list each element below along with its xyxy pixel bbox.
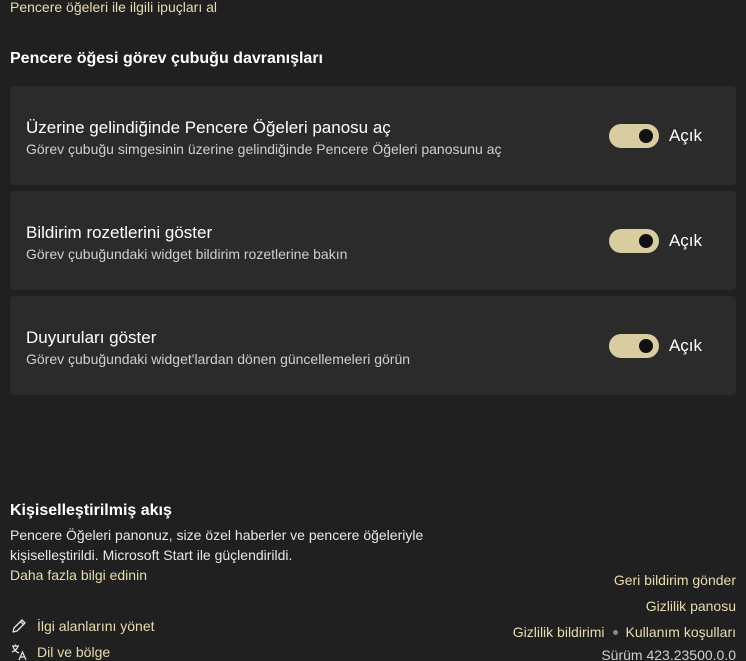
feed-description: Pencere Öğeleri panonuz, size özel haber… bbox=[10, 527, 424, 563]
toggle-knob bbox=[638, 234, 653, 248]
manage-interests-label: İlgi alanlarını yönet bbox=[37, 618, 155, 634]
language-region-link[interactable]: Dil ve bölge bbox=[10, 643, 110, 661]
feed-title: Kişiselleştirilmiş akış bbox=[10, 502, 172, 519]
terms-of-use-link[interactable]: Kullanım koşulları bbox=[626, 624, 737, 640]
manage-interests-link[interactable]: İlgi alanlarını yönet bbox=[10, 617, 155, 635]
setting-title: Bildirim rozetlerini göster bbox=[26, 223, 213, 242]
privacy-statement-link[interactable]: Gizlilik bildirimi bbox=[513, 624, 605, 640]
setting-description: Görev çubuğundaki widget'lardan dönen gü… bbox=[26, 351, 411, 367]
setting-description: Görev çubuğundaki widget bildirim rozetl… bbox=[26, 246, 348, 262]
section-title: Pencere öğesi görev çubuğu davranışları bbox=[10, 50, 323, 67]
widget-tips-link[interactable]: Pencere öğeleri ile ilgili ipuçları al bbox=[10, 0, 217, 15]
language-icon bbox=[10, 643, 28, 661]
separator-dot bbox=[612, 629, 618, 635]
toggle-state-label: Açık bbox=[668, 336, 702, 355]
setting-description: Görev çubuğu simgesinin üzerine gelindiğ… bbox=[26, 141, 502, 157]
setting-title: Duyuruları göster bbox=[26, 328, 157, 347]
notification-badges-toggle[interactable] bbox=[608, 229, 659, 253]
learn-more-link[interactable]: Daha fazla bilgi edinin bbox=[10, 567, 147, 583]
setting-card-notification-badges: Bildirim rozetlerini göster Görev çubuğu… bbox=[10, 191, 736, 290]
open-on-hover-toggle[interactable] bbox=[608, 124, 659, 148]
announcements-toggle[interactable] bbox=[608, 334, 659, 358]
language-region-label: Dil ve bölge bbox=[37, 644, 111, 660]
widgets-settings-page: Pencere öğeleri ile ilgili ipuçları al P… bbox=[0, 0, 746, 661]
send-feedback-link[interactable]: Geri bildirim gönder bbox=[614, 572, 736, 588]
toggle-state-label: Açık bbox=[668, 231, 702, 250]
pencil-icon bbox=[10, 617, 28, 635]
toggle-group: Açık bbox=[608, 229, 702, 253]
toggle-knob bbox=[638, 129, 653, 143]
toggle-group: Açık bbox=[608, 334, 702, 358]
legal-links: Gizlilik bildirimi Kullanım koşulları bbox=[513, 624, 736, 640]
toggle-state-label: Açık bbox=[668, 126, 702, 145]
setting-card-announcements: Duyuruları göster Görev çubuğundaki widg… bbox=[10, 296, 736, 395]
privacy-dashboard-link[interactable]: Gizlilik panosu bbox=[646, 598, 736, 614]
toggle-knob bbox=[638, 339, 653, 353]
toggle-group: Açık bbox=[608, 124, 702, 148]
setting-card-open-on-hover: Üzerine gelindiğinde Pencere Öğeleri pan… bbox=[10, 86, 736, 185]
version-label: Sürüm 423.23500.0.0 bbox=[601, 647, 736, 661]
setting-title: Üzerine gelindiğinde Pencere Öğeleri pan… bbox=[26, 118, 391, 137]
